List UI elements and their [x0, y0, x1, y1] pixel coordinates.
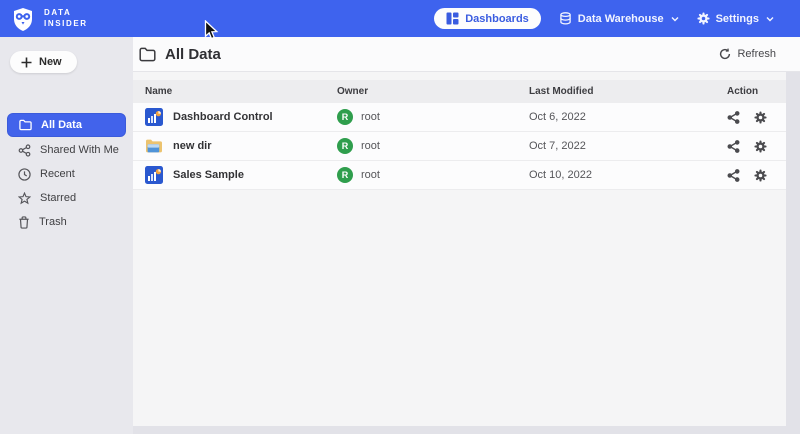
table-header-row: Name Owner Last Modified Action — [133, 80, 786, 103]
sidebar-item-recent[interactable]: Recent — [7, 163, 126, 185]
sidebar-item-label: All Data — [41, 119, 82, 131]
data-warehouse-label: Data Warehouse — [578, 13, 664, 25]
share-icon[interactable] — [727, 111, 740, 124]
nav-data-warehouse[interactable]: Data Warehouse — [559, 12, 679, 25]
share-nodes-icon — [18, 144, 31, 157]
owner-avatar: R — [337, 109, 353, 125]
sidebar-item-trash[interactable]: Trash — [7, 211, 126, 233]
refresh-label: Refresh — [737, 48, 776, 60]
share-icon[interactable] — [727, 169, 740, 182]
sidebar-list: All Data Shared With Me Recent — [0, 113, 133, 235]
gear-icon[interactable] — [754, 140, 767, 153]
sidebar: New All Data Shared With Me — [0, 37, 133, 434]
file-name: Dashboard Control — [173, 111, 273, 123]
owner-name: root — [361, 111, 380, 123]
owl-logo-icon — [10, 6, 36, 32]
table-row[interactable]: Sales Sample R root Oct 10, 2022 — [133, 161, 786, 190]
sidebar-item-label: Shared With Me — [40, 144, 119, 156]
database-icon — [559, 12, 572, 25]
sidebar-item-all-data[interactable]: All Data — [7, 113, 126, 137]
last-modified-date: Oct 7, 2022 — [529, 140, 586, 152]
files-table: Name Owner Last Modified Action D — [133, 80, 786, 190]
sidebar-item-label: Trash — [39, 216, 67, 228]
sidebar-item-starred[interactable]: Starred — [7, 187, 126, 209]
top-navigation: Dashboards Data Warehouse — [434, 8, 774, 29]
folder-image-icon — [145, 138, 163, 154]
folder-icon — [139, 47, 156, 62]
settings-label: Settings — [716, 13, 759, 25]
dashboards-icon — [446, 12, 459, 25]
file-name: Sales Sample — [173, 169, 244, 181]
sidebar-item-label: Starred — [40, 192, 76, 204]
column-header-owner: Owner — [325, 86, 517, 97]
owner-avatar: R — [337, 167, 353, 183]
dashboard-file-icon — [145, 108, 163, 126]
share-icon[interactable] — [727, 140, 740, 153]
file-name: new dir — [173, 140, 212, 152]
star-icon — [18, 192, 31, 205]
new-button[interactable]: New — [10, 51, 77, 73]
content-panel: Name Owner Last Modified Action D — [133, 72, 786, 426]
sidebar-item-shared-with-me[interactable]: Shared With Me — [7, 139, 126, 161]
brand-text: DATA INSIDER — [44, 8, 88, 30]
chevron-down-icon — [671, 16, 679, 22]
owner-name: root — [361, 140, 380, 152]
table-row[interactable]: new dir R root Oct 7, 2022 — [133, 132, 786, 161]
sidebar-item-label: Recent — [40, 168, 75, 180]
nav-dashboards-button[interactable]: Dashboards — [434, 8, 541, 29]
chevron-down-icon — [766, 16, 774, 22]
last-modified-date: Oct 6, 2022 — [529, 111, 586, 123]
owner-name: root — [361, 169, 380, 181]
dashboards-label: Dashboards — [465, 13, 529, 25]
column-header-action: Action — [715, 86, 786, 97]
trash-icon — [18, 216, 30, 229]
column-header-last-modified: Last Modified — [517, 86, 715, 97]
column-header-name: Name — [133, 86, 325, 97]
gear-icon[interactable] — [754, 169, 767, 182]
clock-icon — [18, 168, 31, 181]
main-header: All Data Refresh — [133, 37, 800, 72]
refresh-button[interactable]: Refresh — [719, 48, 776, 60]
topbar: DATA INSIDER Dashboards — [0, 0, 800, 37]
folder-icon — [19, 119, 32, 131]
gear-icon[interactable] — [754, 111, 767, 124]
plus-icon — [21, 57, 32, 68]
brand: DATA INSIDER — [10, 6, 88, 32]
gear-icon — [697, 12, 710, 25]
owner-avatar: R — [337, 138, 353, 154]
new-button-label: New — [39, 56, 62, 68]
nav-settings[interactable]: Settings — [697, 12, 774, 25]
dashboard-file-icon — [145, 166, 163, 184]
last-modified-date: Oct 10, 2022 — [529, 169, 592, 181]
refresh-icon — [719, 48, 731, 60]
page-title: All Data — [165, 46, 221, 63]
table-row[interactable]: Dashboard Control R root Oct 6, 2022 — [133, 103, 786, 132]
